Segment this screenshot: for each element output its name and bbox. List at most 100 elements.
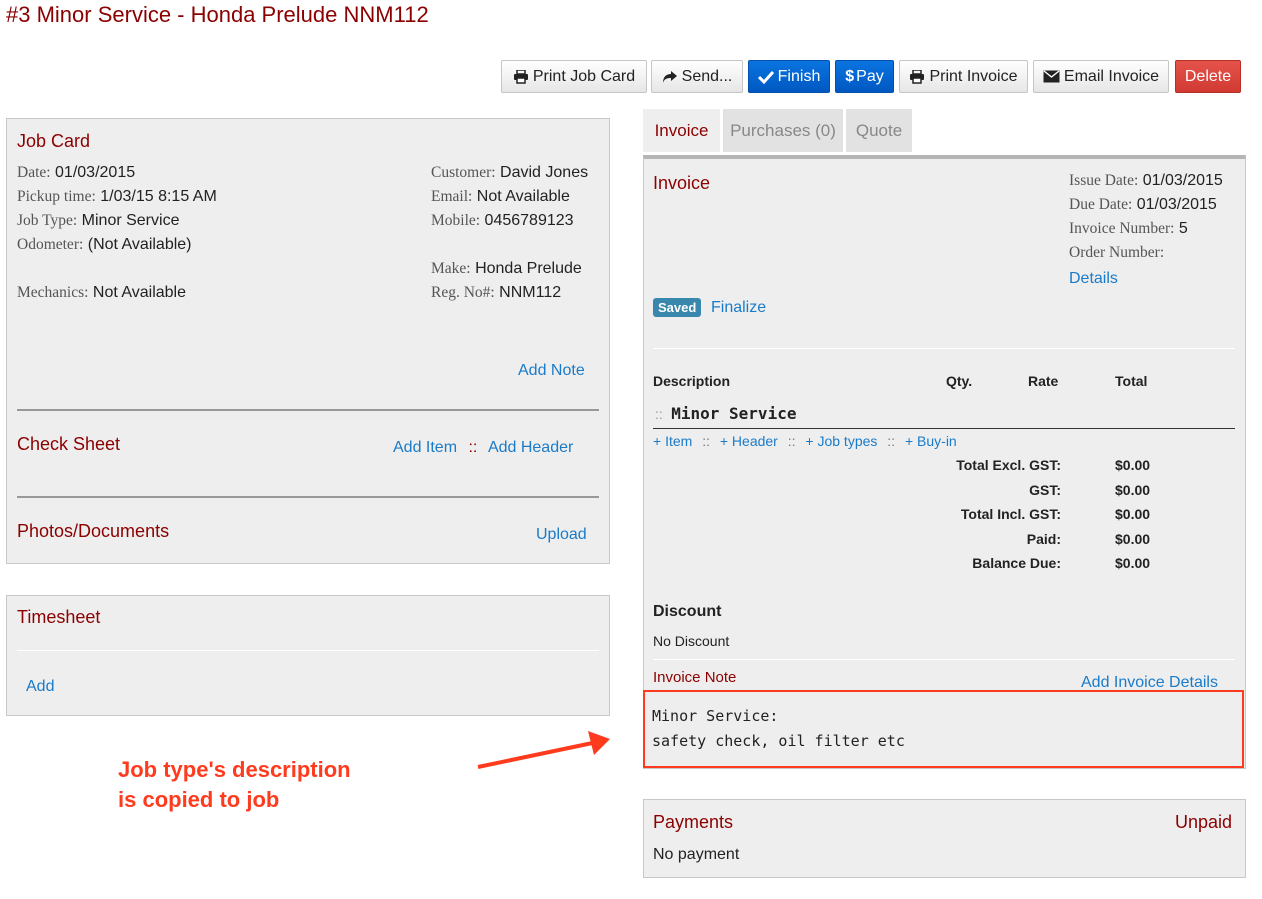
invoice-note-title: Invoice Note [653,669,737,686]
finish-button[interactable]: Finish [748,60,830,93]
separator: :: [468,439,478,456]
balance-due-value: $0.00 [1115,555,1151,571]
printer-icon [910,69,925,84]
customer-row: Customer: David Jones [431,164,588,182]
invoice-section-header: :: Minor Service [655,404,796,424]
add-buy-in-link[interactable]: + Buy-in [905,433,957,449]
finalize-link[interactable]: Finalize [711,299,766,317]
add-header-link[interactable]: Add Header [488,439,573,456]
column-description: Description [653,373,731,389]
add-header-link[interactable]: + Header [720,433,778,449]
mechanics-row: Mechanics: Not Available [17,284,186,302]
print-job-card-label: Print Job Card [532,67,636,85]
mobile-row: Mobile: 0456789123 [431,212,574,230]
odometer-row: Odometer: (Not Available) [17,236,192,254]
email-invoice-label: Email Invoice [1063,67,1160,85]
payments-panel [643,799,1246,878]
order-number-label: Order Number: [1069,244,1165,261]
invoice-number-value: 5 [1178,220,1188,237]
balance-due-label: Balance Due: [972,555,1061,571]
date-label: Date: [17,164,51,181]
column-qty: Qty. [946,373,973,389]
photos-documents-title: Photos/Documents [17,521,170,541]
total-incl-gst-value: $0.00 [1115,506,1151,522]
check-icon [757,70,774,84]
customer-value: David Jones [500,164,589,181]
saved-badge: Saved [653,298,702,317]
pickup-row: Pickup time: 1/03/15 8:15 AM [17,188,217,206]
issue-date-row: Issue Date: 01/03/2015 [1069,172,1223,190]
divider [17,409,599,411]
odometer-label: Odometer: [17,236,84,253]
email-label: Email: [431,188,473,205]
send-button[interactable]: Send... [651,60,743,93]
total-incl-gst-label: Total Incl. GST: [960,506,1061,522]
total-excl-gst-label: Total Excl. GST: [956,457,1061,473]
tab-invoice[interactable]: Invoice [643,109,720,152]
customer-label: Customer: [431,164,496,181]
add-note-link[interactable]: Add Note [518,362,585,380]
printer-icon [513,69,528,84]
due-date-label: Due Date: [1069,196,1133,213]
separator: :: [702,433,710,449]
column-rate: Rate [1028,373,1059,389]
check-sheet-title: Check Sheet [17,434,121,454]
divider [653,428,1235,429]
job-card-title: Job Card [17,131,91,151]
make-value: Honda Prelude [475,260,582,277]
print-invoice-button[interactable]: Print Invoice [899,60,1028,93]
invoice-details-link[interactable]: Details [1069,270,1118,288]
timesheet-add-link[interactable]: Add [26,678,54,696]
upload-link[interactable]: Upload [536,526,587,544]
section-name: Minor Service [671,404,797,423]
dollar-icon: $ [845,67,855,85]
pay-button[interactable]: $ Pay [835,60,894,93]
separator: :: [787,433,796,449]
job-type-label: Job Type: [17,212,78,229]
tab-quote[interactable]: Quote [846,109,912,152]
print-job-card-button[interactable]: Print Job Card [501,60,647,93]
delete-button[interactable]: Delete [1175,60,1241,93]
divider [17,496,599,498]
column-total: Total [1115,373,1148,389]
annotation-line-2: is copied to job [118,787,280,812]
add-item-link[interactable]: + Item [653,433,692,449]
add-item-link[interactable]: Add Item [393,439,457,456]
annotation-line-1: Job type's description [118,757,351,782]
email-invoice-button[interactable]: Email Invoice [1033,60,1169,93]
invoice-number-row: Invoice Number: 5 [1069,220,1188,238]
add-job-types-link[interactable]: + Job types [805,433,877,449]
check-sheet-actions: Add Item :: Add Header [393,439,573,457]
pickup-label: Pickup time: [17,188,96,205]
paid-value: $0.00 [1115,531,1151,547]
invoice-number-label: Invoice Number: [1069,220,1175,237]
delete-label: Delete [1184,67,1232,85]
share-arrow-icon [662,70,677,83]
issue-date-label: Issue Date: [1069,172,1139,189]
annotation-arrow-icon [477,731,610,769]
order-number-row: Order Number: [1069,244,1164,262]
gst-value: $0.00 [1115,482,1151,498]
odometer-value: (Not Available) [87,236,192,253]
mobile-label: Mobile: [431,212,481,229]
highlight-box [643,690,1244,768]
page-title: #3 Minor Service - Honda Prelude NNM112 [6,2,429,27]
issue-date-value: 01/03/2015 [1142,172,1223,189]
mobile-value: 0456789123 [484,212,574,229]
reg-row: Reg. No#: NNM112 [431,284,561,302]
gst-label: GST: [1029,482,1061,498]
drag-handle-icon[interactable]: :: [655,406,663,422]
email-row: Email: Not Available [431,188,570,206]
divider [653,348,1235,349]
date-value: 01/03/2015 [55,164,136,181]
job-type-row: Job Type: Minor Service [17,212,179,230]
invoice-add-links: + Item :: + Header :: + Job types :: + B… [653,433,957,449]
pay-label: Pay [856,67,884,85]
divider [17,650,599,651]
invoice-note-line-2: safety check, oil filter etc [652,732,905,750]
tab-purchases[interactable]: Purchases (0) [723,109,843,152]
divider [653,659,1235,660]
reg-value: NNM112 [499,284,562,301]
due-date-row: Due Date: 01/03/2015 [1069,196,1217,214]
payments-title: Payments [653,812,734,832]
